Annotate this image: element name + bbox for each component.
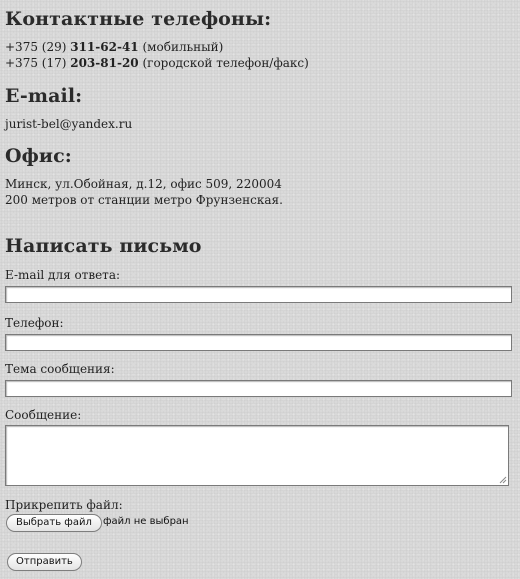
office-address: Минск, ул.Обойная, д.12, офис 509, 22000… [5, 177, 282, 191]
phone-prefix: +375 (29) [5, 40, 67, 54]
office-note: 200 метров от станции метро Фрунзенская. [5, 193, 283, 207]
phone-input[interactable] [5, 334, 512, 351]
reply-email-input[interactable] [5, 286, 512, 303]
phone-line-mobile: +375 (29) 311-62-41 (мобильный) [5, 39, 223, 55]
attach-file-label: Прикрепить файл: [5, 498, 123, 512]
no-file-text: файл не выбран [103, 516, 189, 527]
email-heading: E-mail: [5, 85, 83, 107]
phone-number: 311-62-41 [70, 40, 139, 54]
phones-heading: Контактные телефоны: [5, 8, 272, 30]
phone-number: 203-81-20 [70, 56, 139, 70]
submit-button[interactable]: Отправить [7, 553, 82, 571]
choose-file-button[interactable]: Выбрать файл [6, 514, 102, 532]
message-textarea[interactable] [5, 425, 509, 486]
office-heading: Офис: [5, 145, 72, 167]
phone-line-landline: +375 (17) 203-81-20 (городской телефон/ф… [5, 55, 309, 71]
phone-label: Телефон: [5, 316, 64, 330]
resize-grip-icon[interactable] [499, 476, 507, 484]
phone-note: (городской телефон/факс) [142, 56, 309, 70]
reply-email-label: E-mail для ответа: [5, 268, 121, 282]
form-heading: Написать письмо [5, 235, 202, 257]
phone-note: (мобильный) [142, 40, 224, 54]
subject-input[interactable] [5, 380, 512, 397]
message-label: Сообщение: [5, 408, 82, 422]
phone-prefix: +375 (17) [5, 56, 67, 70]
email-address: jurist-bel@yandex.ru [5, 117, 133, 131]
subject-label: Тема сообщения: [5, 362, 115, 376]
